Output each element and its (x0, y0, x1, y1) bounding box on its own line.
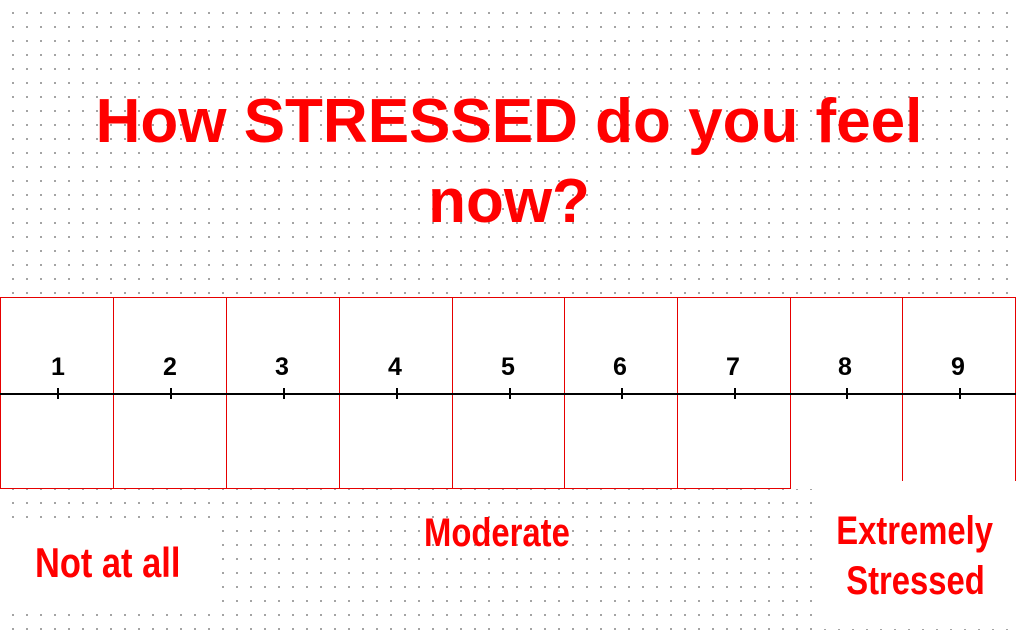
scale-tick-7 (734, 388, 736, 399)
scale-number-4: 4 (388, 353, 402, 381)
scale-number-3: 3 (275, 353, 289, 381)
anchor-label-low-text: Not at all (35, 539, 181, 586)
scale-tick-8 (846, 388, 848, 399)
scale-tick-1 (57, 388, 59, 399)
scale-axis-line (0, 393, 1016, 395)
question-title: How STRESSED do you feel now? (95, 87, 923, 236)
anchor-label-mid-text: Moderate (424, 511, 570, 555)
anchor-label-high: Extremely Stressed (812, 484, 1018, 629)
scale-number-8: 8 (838, 353, 852, 381)
scale-tick-2 (170, 388, 172, 399)
anchor-label-mid: Moderate (398, 508, 596, 558)
rating-slide: How STRESSED do you feel now? 1 2 3 4 5 … (0, 0, 1018, 633)
scale-number-6: 6 (613, 353, 627, 381)
scale-tick-6 (621, 388, 623, 399)
scale-tick-4 (396, 388, 398, 399)
anchor-label-high-line1: Extremely (836, 509, 994, 553)
scale-number-1: 1 (51, 353, 65, 381)
scale-number-5: 5 (501, 353, 515, 381)
scale-number-7: 7 (726, 353, 740, 381)
anchor-label-high-line2: Stressed (845, 559, 985, 603)
scale-tick-9 (959, 388, 961, 399)
scale-tick-5 (509, 388, 511, 399)
scale-tick-3 (283, 388, 285, 399)
scale-number-9: 9 (951, 353, 965, 381)
anchor-label-low: Not at all (4, 520, 212, 606)
scale-number-2: 2 (163, 353, 177, 381)
